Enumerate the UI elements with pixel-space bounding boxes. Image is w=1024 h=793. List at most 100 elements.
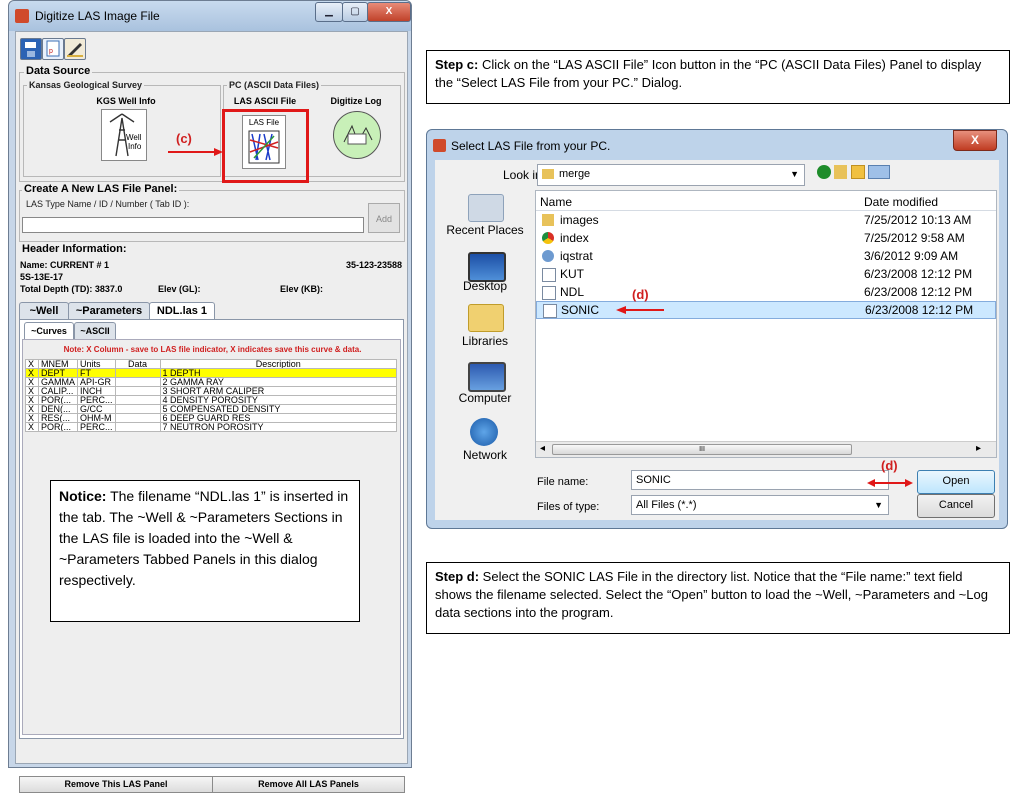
file-row-kut[interactable]: KUT 6/23/2008 12:12 PM <box>536 265 996 283</box>
create-panel-label: Create A New LAS File Panel: <box>22 183 180 195</box>
edit-icon[interactable] <box>64 38 86 60</box>
cell-data <box>114 377 161 387</box>
close-button[interactable]: X <box>367 2 411 22</box>
place-desktop[interactable]: Desktop <box>435 279 535 293</box>
las-file-icon-label: LAS File <box>248 118 280 127</box>
horizontal-scrollbar[interactable]: ◂ ▸ III <box>536 441 996 457</box>
table-row[interactable]: X POR(... PERC... 4 DENSITY POROSITY <box>25 395 398 405</box>
cell-data <box>114 404 161 414</box>
subtab-curves[interactable]: ~Curves <box>24 322 74 340</box>
file-name: NDL <box>560 285 585 299</box>
file-row-index[interactable]: index 7/25/2012 9:58 AM <box>536 229 996 247</box>
save-icon[interactable] <box>20 38 42 60</box>
step-c-text: Click on the “LAS ASCII File” Icon butto… <box>435 57 982 90</box>
maximize-button[interactable]: ▢ <box>342 2 368 22</box>
tab-ndl-las-1[interactable]: NDL.las 1 <box>149 302 215 320</box>
file-date: 6/23/2008 12:12 PM <box>865 303 974 317</box>
place-libraries[interactable]: Libraries <box>435 334 535 348</box>
file-row-sonic-selected[interactable]: SONIC 6/23/2008 12:12 PM <box>536 301 996 319</box>
table-row[interactable]: X RES(... OHM-M 6 DEEP GUARD RES <box>25 413 398 423</box>
header-info-label: Header Information: <box>20 243 129 255</box>
table-row[interactable]: X GAMMA API-GR 2 GAMMA RAY <box>25 377 398 387</box>
cell-mnem: DEN(... <box>37 404 79 414</box>
chevron-down-icon: ▼ <box>874 500 883 510</box>
open-button[interactable]: Open <box>917 470 995 494</box>
pc-group-label: PC (ASCII Data Files) <box>227 80 322 90</box>
file-row-iqstrat[interactable]: iqstrat 3/6/2012 9:09 AM <box>536 247 996 265</box>
table-row[interactable]: X DEPT FT 1 DEPTH <box>25 368 398 378</box>
place-network[interactable]: Network <box>435 448 535 462</box>
las-type-input[interactable] <box>22 217 364 233</box>
folder-icon <box>542 169 554 180</box>
tab-parameters[interactable]: ~Parameters <box>68 302 150 320</box>
scroll-right-icon[interactable]: ▸ <box>976 443 981 454</box>
notice-annotation: Notice: The filename “NDL.las 1” is inse… <box>50 480 360 622</box>
back-icon[interactable] <box>817 165 831 179</box>
column-name[interactable]: Name <box>540 195 572 209</box>
recent-places-icon[interactable] <box>468 194 504 222</box>
col-description-header: Description <box>159 359 398 369</box>
remove-this-las-panel-button[interactable]: Remove This LAS Panel <box>19 776 213 793</box>
cancel-button[interactable]: Cancel <box>917 494 995 518</box>
file-row-ndl[interactable]: NDL 6/23/2008 12:12 PM <box>536 283 996 301</box>
look-in-select[interactable]: merge ▼ <box>537 164 805 186</box>
file-date: 7/25/2012 9:58 AM <box>864 231 965 245</box>
up-folder-icon[interactable] <box>834 165 847 179</box>
libraries-icon[interactable] <box>468 304 504 332</box>
java-icon <box>542 250 554 262</box>
kgs-well-info-button[interactable]: Well Info <box>101 109 147 161</box>
callout-d-list-label: (d) <box>632 287 649 302</box>
cell-mnem: POR(... <box>37 395 79 405</box>
table-row[interactable]: X DEN(... G/CC 5 COMPENSATED DENSITY <box>25 404 398 414</box>
files-of-type-select[interactable]: All Files (*.*) ▼ <box>631 495 889 515</box>
file-row-images[interactable]: images 7/25/2012 10:13 AM <box>536 211 996 229</box>
files-of-type-value: All Files (*.*) <box>636 499 697 511</box>
tab-well[interactable]: ~Well <box>19 302 69 320</box>
new-folder-icon[interactable] <box>851 165 865 179</box>
file-date: 7/25/2012 10:13 AM <box>864 213 972 227</box>
cell-data <box>114 395 161 405</box>
step-d-bold: Step d: <box>435 569 480 584</box>
cell-x: X <box>25 377 39 387</box>
dialog-close-button[interactable]: X <box>953 130 997 151</box>
cell-units: API-GR <box>77 377 116 387</box>
svg-text:Info: Info <box>128 142 142 151</box>
network-icon[interactable] <box>470 418 498 446</box>
header-location: 5S-13E-17 <box>20 272 64 282</box>
subtab-ascii[interactable]: ~ASCII <box>74 322 116 340</box>
step-d-text: Select the SONIC LAS File in the directo… <box>435 569 988 620</box>
file-icon <box>542 286 556 300</box>
cell-mnem: POR(... <box>37 422 79 432</box>
scroll-left-icon[interactable]: ◂ <box>540 443 545 454</box>
cell-units: INCH <box>77 386 116 396</box>
minimize-button[interactable]: ▁ <box>315 2 343 22</box>
table-row[interactable]: X CALIP... INCH 3 SHORT ARM CALIPER <box>25 386 398 396</box>
cell-units: FT <box>77 368 116 378</box>
header-total-depth: Total Depth (TD): 3837.0 <box>20 284 123 294</box>
column-date-modified[interactable]: Date modified <box>864 195 938 209</box>
pdf-icon[interactable]: p <box>42 38 64 60</box>
place-recent[interactable]: Recent Places <box>435 223 535 237</box>
chrome-icon <box>542 232 554 244</box>
view-menu-icon[interactable] <box>868 165 890 179</box>
dialog-client: Look in: merge ▼ Recent Places Desktop L… <box>435 160 999 520</box>
las-type-label: LAS Type Name / ID / Number ( Tab ID ): <box>24 199 192 209</box>
scroll-thumb[interactable]: III <box>552 444 852 455</box>
computer-icon[interactable] <box>468 362 506 392</box>
desktop-icon[interactable] <box>468 252 506 282</box>
file-name-input[interactable]: SONIC <box>631 470 889 490</box>
digitize-log-button[interactable] <box>333 111 381 159</box>
cell-x: X <box>25 386 39 396</box>
folder-icon <box>542 214 554 226</box>
add-button[interactable]: Add <box>368 203 400 233</box>
step-d-annotation: Step d: Select the SONIC LAS File in the… <box>426 562 1010 634</box>
place-computer[interactable]: Computer <box>435 391 535 405</box>
las-ascii-file-button[interactable]: LAS File <box>242 115 286 169</box>
cell-mnem: RES(... <box>37 413 79 423</box>
cell-data <box>114 368 161 378</box>
java-icon <box>15 9 29 23</box>
cell-x: X <box>25 395 39 405</box>
table-row[interactable]: X POR(... PERC... 7 NEUTRON POROSITY <box>25 422 398 432</box>
remove-all-las-panels-button[interactable]: Remove All LAS Panels <box>212 776 405 793</box>
curves-table: X MNEM Units Data Description X DEPT FT 1 D… <box>25 359 398 432</box>
